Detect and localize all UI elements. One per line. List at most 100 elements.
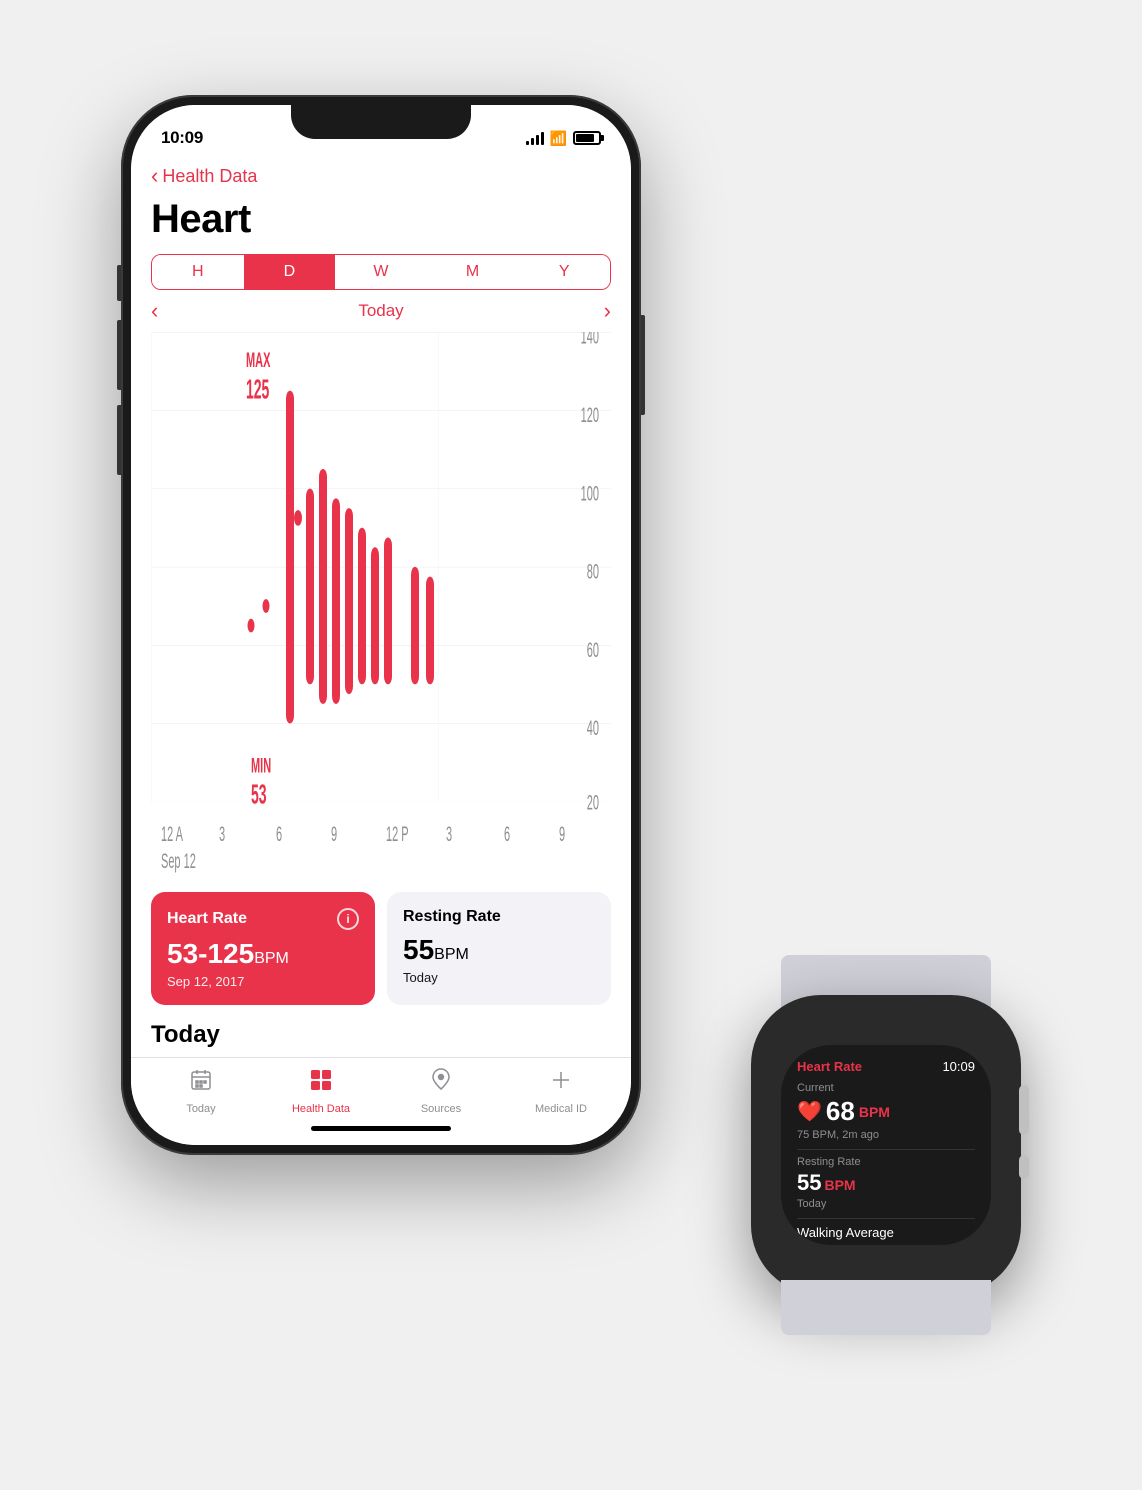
tab-today[interactable]: Today xyxy=(141,1068,261,1115)
sources-tab-icon xyxy=(429,1068,453,1099)
current-date-label: Today xyxy=(358,301,403,321)
heart-rate-unit: BPM xyxy=(254,950,289,967)
svg-text:40: 40 xyxy=(587,716,599,740)
scene: 10:09 📶 xyxy=(71,95,1071,1395)
tab-d[interactable]: D xyxy=(244,255,336,289)
iphone-notch xyxy=(291,105,471,139)
iphone-screen: 10:09 📶 xyxy=(131,105,631,1145)
watch-resting-label: Resting Rate xyxy=(797,1156,975,1168)
heart-rate-value: 53-125BPM xyxy=(167,938,359,970)
status-time: 10:09 xyxy=(161,128,203,148)
watch-crown xyxy=(1019,1085,1029,1135)
today-section: Today xyxy=(131,1017,631,1057)
health-data-tab-label: Health Data xyxy=(292,1103,350,1115)
watch-time: 10:09 xyxy=(942,1059,975,1074)
nav-back[interactable]: ‹ Health Data xyxy=(131,157,631,193)
heart-rate-card[interactable]: Heart Rate i 53-125BPM Sep 12, 2017 xyxy=(151,892,375,1005)
tab-y[interactable]: Y xyxy=(518,255,610,289)
apple-watch-device: Heart Rate 10:09 Current ❤️ 68 BPM 75 BP… xyxy=(731,955,1041,1335)
watch-screen: Heart Rate 10:09 Current ❤️ 68 BPM 75 BP… xyxy=(781,1045,991,1245)
svg-text:80: 80 xyxy=(587,560,599,584)
svg-text:125: 125 xyxy=(246,373,269,404)
svg-text:9: 9 xyxy=(559,822,565,846)
info-icon[interactable]: i xyxy=(337,908,359,930)
svg-text:53: 53 xyxy=(251,778,267,809)
heart-rate-card-title: Heart Rate i xyxy=(167,908,359,930)
signal-icon xyxy=(526,131,544,145)
resting-rate-unit: BPM xyxy=(434,946,469,963)
today-title: Today xyxy=(151,1021,611,1049)
heart-rate-chart: 140 120 100 80 60 40 20 12 A 3 6 9 12 P … xyxy=(151,332,611,880)
svg-text:6: 6 xyxy=(504,822,510,846)
page-title: Heart xyxy=(131,193,631,254)
tab-m[interactable]: M xyxy=(427,255,519,289)
watch-resting-section: Resting Rate 55 BPM Today xyxy=(797,1156,975,1210)
svg-text:100: 100 xyxy=(581,481,599,505)
tab-sources[interactable]: Sources xyxy=(381,1068,501,1115)
watch-current-unit: BPM xyxy=(859,1104,890,1120)
watch-walking-label: Walking Average xyxy=(797,1225,975,1240)
watch-app-title: Heart Rate xyxy=(797,1059,862,1074)
watch-side-button xyxy=(1019,1155,1029,1179)
watch-current-sub: 75 BPM, 2m ago xyxy=(797,1129,975,1141)
iphone-device: 10:09 📶 xyxy=(121,95,641,1155)
svg-text:MIN: MIN xyxy=(251,753,271,777)
medical-id-tab-icon xyxy=(549,1068,573,1099)
next-date-button[interactable]: › xyxy=(604,298,611,324)
svg-text:12 A: 12 A xyxy=(161,822,183,846)
today-tab-icon xyxy=(189,1068,213,1099)
resting-rate-card[interactable]: Resting Rate 55BPM Today xyxy=(387,892,611,1005)
iphone-silent-btn xyxy=(117,265,121,301)
iphone-power-btn xyxy=(641,315,645,415)
svg-text:Sep 12: Sep 12 xyxy=(161,849,196,873)
watch-resting-sub: Today xyxy=(797,1198,975,1210)
watch-body: Heart Rate 10:09 Current ❤️ 68 BPM 75 BP… xyxy=(751,995,1021,1295)
iphone-inner: 10:09 📶 xyxy=(131,105,631,1145)
back-label: Health Data xyxy=(162,166,257,187)
tab-h[interactable]: H xyxy=(152,255,244,289)
svg-text:20: 20 xyxy=(587,791,599,815)
battery-icon xyxy=(573,131,601,145)
svg-text:12 P: 12 P xyxy=(386,822,409,846)
watch-current-section: Current ❤️ 68 BPM 75 BPM, 2m ago xyxy=(797,1082,975,1141)
resting-rate-value: 55BPM xyxy=(403,934,595,966)
tab-w[interactable]: W xyxy=(335,255,427,289)
status-icons: 📶 xyxy=(526,130,601,147)
svg-text:120: 120 xyxy=(581,403,599,427)
watch-divider-1 xyxy=(797,1149,975,1150)
watch-walking-section: Walking Average xyxy=(797,1225,975,1240)
watch-current-bpm: 68 xyxy=(826,1096,855,1127)
iphone-vol-up-btn xyxy=(117,320,121,390)
tab-health-data[interactable]: Health Data xyxy=(261,1068,381,1115)
medical-id-tab-label: Medical ID xyxy=(535,1103,587,1115)
chart-svg: 140 120 100 80 60 40 20 12 A 3 6 9 12 P … xyxy=(151,332,611,880)
svg-text:140: 140 xyxy=(581,332,599,349)
svg-text:6: 6 xyxy=(276,822,282,846)
health-data-tab-icon xyxy=(309,1068,333,1099)
tab-bar: Today Health Data xyxy=(131,1057,631,1145)
watch-heart-icon: ❤️ xyxy=(797,1099,822,1124)
tab-medical-id[interactable]: Medical ID xyxy=(501,1068,621,1115)
heart-rate-subtitle: Sep 12, 2017 xyxy=(167,974,359,989)
watch-divider-2 xyxy=(797,1218,975,1219)
svg-text:60: 60 xyxy=(587,638,599,662)
back-chevron-icon: ‹ xyxy=(151,163,158,189)
sources-tab-label: Sources xyxy=(421,1103,461,1115)
watch-current-label: Current xyxy=(797,1082,975,1094)
svg-text:3: 3 xyxy=(219,822,225,846)
watch-current-row: ❤️ 68 BPM xyxy=(797,1096,975,1127)
period-tabs: H D W M Y xyxy=(151,254,611,290)
svg-text:MAX: MAX xyxy=(246,348,271,372)
watch-status-bar: Heart Rate 10:09 xyxy=(797,1059,975,1074)
date-nav: ‹ Today › xyxy=(131,290,631,332)
svg-text:9: 9 xyxy=(331,822,337,846)
watch-resting-bpm: 55 xyxy=(797,1170,821,1196)
today-tab-label: Today xyxy=(186,1103,215,1115)
resting-rate-subtitle: Today xyxy=(403,970,595,985)
prev-date-button[interactable]: ‹ xyxy=(151,298,158,324)
resting-rate-card-title: Resting Rate xyxy=(403,908,595,926)
wifi-icon: 📶 xyxy=(550,130,567,147)
watch-resting-unit: BPM xyxy=(824,1177,855,1193)
data-cards: Heart Rate i 53-125BPM Sep 12, 2017 Rest… xyxy=(131,880,631,1017)
home-indicator xyxy=(311,1126,451,1131)
